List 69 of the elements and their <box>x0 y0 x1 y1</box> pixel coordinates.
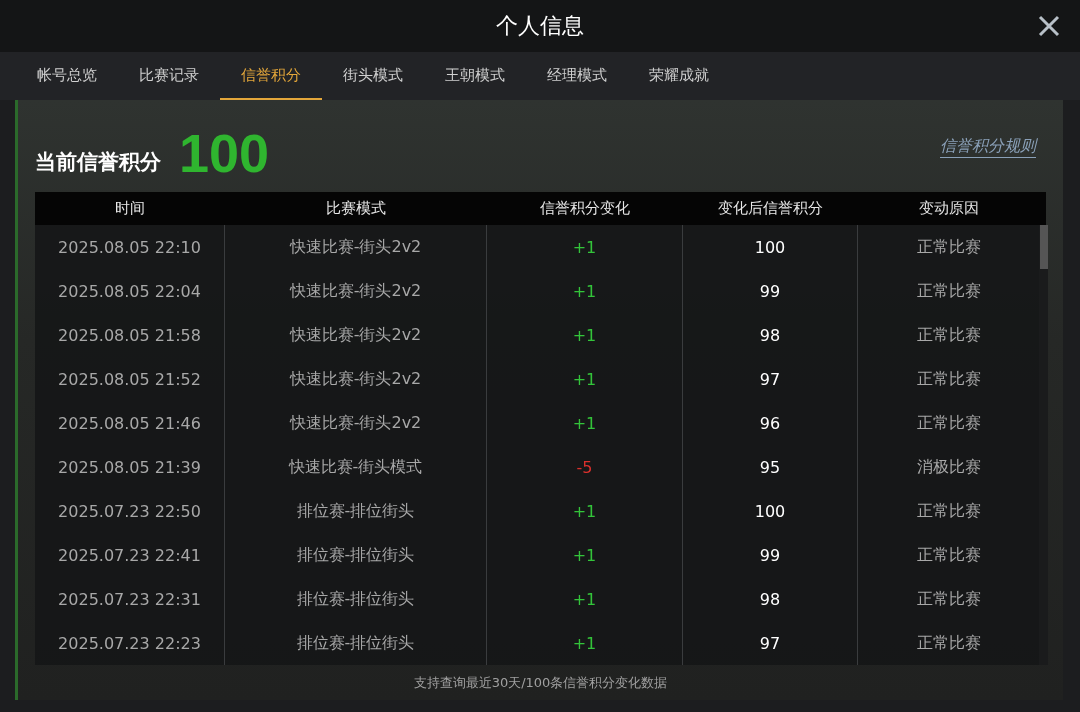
table-cell: 2025.08.05 21:58 <box>35 313 225 357</box>
table-cell-text: 正常比赛 <box>915 543 982 566</box>
table-cell: 97 <box>683 621 858 665</box>
footer-note: 支持查询最近30天/100条信誉积分变化数据 <box>413 674 668 692</box>
tab[interactable]: 比赛记录 <box>118 52 220 100</box>
table-cell: 98 <box>683 313 858 357</box>
table-cell: 2025.08.05 21:46 <box>35 401 225 445</box>
tab[interactable]: 王朝模式 <box>424 52 526 100</box>
table-cell-text: 正常比赛 <box>915 587 982 610</box>
rules-link[interactable]: 信誉积分规则 <box>940 136 1036 158</box>
score-value: 100 <box>179 126 270 180</box>
table-cell: 快速比赛-街头模式 <box>225 445 487 489</box>
table-cell: +1 <box>487 269 683 313</box>
table-cell-text: 消极比赛 <box>915 455 982 478</box>
table-cell-text: 正常比赛 <box>915 367 982 390</box>
table-cell: 排位赛-排位街头 <box>225 489 487 533</box>
table-cell-text: 正常比赛 <box>915 235 982 258</box>
table-cell-text: 正常比赛 <box>915 279 982 302</box>
column-header: 比赛模式 <box>325 199 387 218</box>
table-cell: 2025.08.05 21:39 <box>35 445 225 489</box>
table-cell: 快速比赛-街头2v2 <box>225 313 487 357</box>
scrollbar-thumb[interactable] <box>1040 225 1048 269</box>
table-cell: +1 <box>487 313 683 357</box>
table-cell: 99 <box>683 269 858 313</box>
scrollbar[interactable] <box>1039 225 1048 665</box>
table-cell: 快速比赛-街头2v2 <box>225 225 487 269</box>
table-cell: 96 <box>683 401 858 445</box>
table-cell: +1 <box>487 357 683 401</box>
table-cell: +1 <box>487 225 683 269</box>
tab[interactable]: 荣耀成就 <box>628 52 730 100</box>
table-cell-text: 正常比赛 <box>915 411 982 434</box>
table-cell: 排位赛-排位街头 <box>225 577 487 621</box>
table-cell: 排位赛-排位街头 <box>225 621 487 665</box>
column-header: 变动原因 <box>917 199 980 218</box>
score-label: 当前信誉积分 <box>35 149 161 176</box>
window-title: 个人信息 <box>496 12 584 40</box>
table-cell: 100 <box>683 489 858 533</box>
table-cell: 100 <box>683 225 858 269</box>
table-cell: +1 <box>487 621 683 665</box>
column-header: 信誉积分变化 <box>539 199 631 218</box>
table-cell: +1 <box>487 533 683 577</box>
table-cell: +1 <box>487 401 683 445</box>
table-cell: 2025.07.23 22:50 <box>35 489 225 533</box>
table-cell: 快速比赛-街头2v2 <box>225 357 487 401</box>
table-cell-text: 正常比赛 <box>915 323 982 346</box>
table-cell: -5 <box>487 445 683 489</box>
table-cell: 排位赛-排位街头 <box>225 533 487 577</box>
table-cell: 95 <box>683 445 858 489</box>
table-cell: 2025.08.05 22:04 <box>35 269 225 313</box>
table-cell-text: 正常比赛 <box>915 499 982 522</box>
table-cell: 99 <box>683 533 858 577</box>
table-cell: +1 <box>487 489 683 533</box>
table-cell: 98 <box>683 577 858 621</box>
table-cell: 2025.08.05 22:10 <box>35 225 225 269</box>
tab[interactable]: 街头模式 <box>322 52 424 100</box>
table-cell: 2025.07.23 22:23 <box>35 621 225 665</box>
tab[interactable]: 经理模式 <box>526 52 628 100</box>
table-cell: +1 <box>487 577 683 621</box>
table-cell: 快速比赛-街头2v2 <box>225 269 487 313</box>
column-header: 时间 <box>114 199 146 218</box>
table-cell: 2025.08.05 21:52 <box>35 357 225 401</box>
close-icon[interactable] <box>1038 15 1060 37</box>
table-cell: 2025.07.23 22:31 <box>35 577 225 621</box>
table-cell-text: 正常比赛 <box>915 631 982 654</box>
tab[interactable]: 帐号总览 <box>16 52 118 100</box>
table-cell: 快速比赛-街头2v2 <box>225 401 487 445</box>
table-cell: 97 <box>683 357 858 401</box>
column-header: 变化后信誉积分 <box>717 199 824 218</box>
table-cell: 2025.07.23 22:41 <box>35 533 225 577</box>
